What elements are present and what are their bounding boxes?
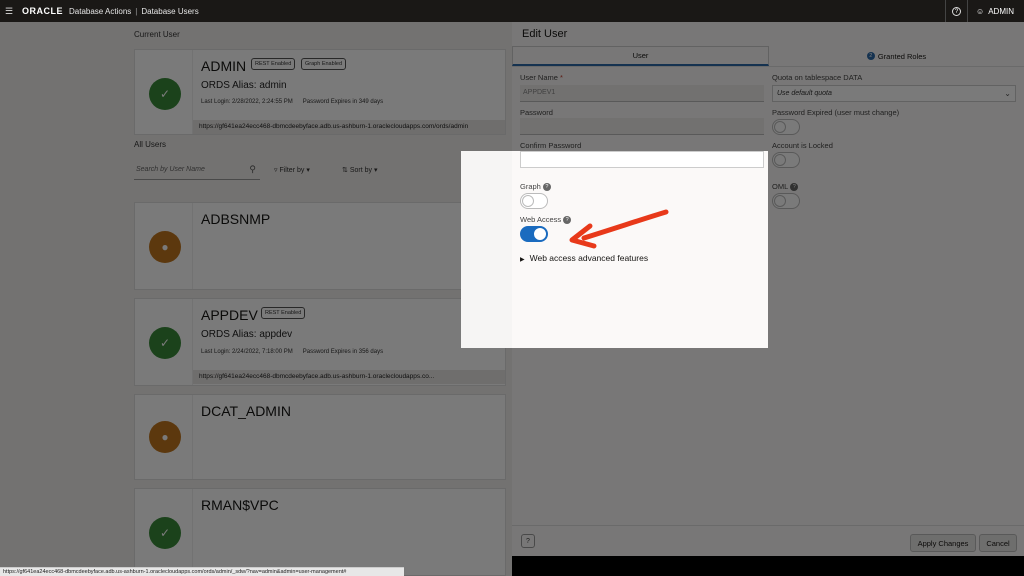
password-expired-toggle[interactable] — [772, 119, 800, 135]
chevron-down-icon: ⌄ — [1004, 89, 1011, 98]
status-bar-url: https://gf641ea24ecc468-dbmcdeebyface.ad… — [0, 567, 404, 576]
locked-user-icon: ● — [149, 231, 181, 263]
breadcrumb-separator: | — [135, 6, 138, 16]
rest-url[interactable]: https://gf641ea24ecc468-dbmcdeebyface.ad… — [193, 120, 505, 134]
user-name: DCAT_ADMIN — [201, 403, 291, 419]
drawer-footer: ? Apply Changes Cancel — [512, 525, 1024, 556]
edit-user-drawer: Edit User User 2 Granted Roles User Name … — [512, 22, 1024, 556]
oml-toggle[interactable] — [772, 193, 800, 209]
roles-count-badge: 2 — [866, 52, 875, 60]
password-label: Password — [520, 108, 553, 117]
user-card-adbsnmp[interactable]: ● ADBSNMP ⋮ — [134, 202, 506, 290]
sort-by-button[interactable]: ⇅ Sort by ▾ — [342, 166, 377, 174]
hamburger-menu-icon[interactable]: ☰ — [0, 6, 18, 17]
password-expires: Password Expires in 356 days — [302, 349, 384, 355]
user-card-rman-vpc[interactable]: ✓ RMAN$VPC — [134, 488, 506, 576]
confirm-password-field[interactable] — [520, 151, 764, 168]
tab-user[interactable]: User — [512, 46, 769, 66]
help-button[interactable]: ? — [521, 534, 535, 548]
account-locked-label: Account is Locked — [772, 141, 833, 150]
user-card-dcat-admin[interactable]: ● DCAT_ADMIN — [134, 394, 506, 480]
rest-enabled-badge: REST Enabled — [251, 58, 296, 70]
quota-label: Quota on tablespace DATA — [772, 73, 863, 82]
quota-select[interactable]: Use default quota ⌄ — [772, 85, 1016, 102]
last-login: Last Login: 2/28/2022, 2:24:55 PM — [201, 99, 293, 105]
current-user-heading: Current User — [134, 30, 180, 39]
oml-label: OML? — [772, 182, 799, 192]
account-locked-toggle[interactable] — [772, 152, 800, 168]
user-avatar-icon: ✓ — [149, 327, 181, 359]
tab-granted-roles[interactable]: 2 Granted Roles — [769, 46, 1024, 66]
password-expired-label: Password Expired (user must change) — [772, 108, 900, 117]
rest-enabled-badge: REST Enabled — [261, 307, 306, 319]
web-access-toggle[interactable] — [520, 226, 548, 242]
drawer-title: Edit User — [522, 28, 568, 40]
search-placeholder: Search by User Name — [136, 166, 205, 173]
web-access-label: Web Access? — [520, 215, 572, 225]
user-name-field[interactable]: APPDEV1 — [520, 85, 764, 102]
user-name-label: User Name * — [520, 73, 563, 82]
cancel-button[interactable]: Cancel — [979, 534, 1017, 552]
user-avatar-icon: ✓ — [149, 517, 181, 549]
apply-changes-button[interactable]: Apply Changes — [910, 534, 976, 552]
graph-toggle[interactable] — [520, 193, 548, 209]
oracle-logo: ORACLE — [22, 6, 63, 16]
annotation-arrow-icon — [569, 209, 669, 249]
user-name: ADBSNMP — [201, 211, 271, 227]
help-icon: ? — [526, 537, 530, 545]
page-title: Database Users — [141, 6, 199, 16]
user-menu-button[interactable]: ☺ ADMIN — [967, 0, 1024, 22]
user-card-appdev[interactable]: ✓ APPDEV REST Enabled ORDS Alias: appdev… — [134, 298, 506, 386]
help-icon[interactable]: ? — [542, 183, 551, 192]
current-user-card: ✓ ADMIN REST Enabled Graph Enabled ORDS … — [134, 49, 506, 135]
user-avatar-icon: ✓ — [149, 78, 181, 110]
user-name: APPDEV — [201, 307, 258, 323]
help-icon[interactable]: ? — [790, 183, 799, 192]
password-expires: Password Expires in 349 days — [302, 99, 384, 105]
password-field[interactable] — [520, 118, 764, 135]
graph-label: Graph? — [520, 182, 551, 192]
confirm-password-label: Confirm Password — [520, 141, 582, 150]
user-name: RMAN$VPC — [201, 497, 279, 513]
filter-by-button[interactable]: ▿ Filter by ▾ — [274, 166, 310, 174]
ords-alias: ORDS Alias: admin — [201, 80, 287, 91]
user-list-page: Current User ✓ ADMIN REST Enabled Graph … — [0, 22, 512, 576]
locked-user-icon: ● — [149, 421, 181, 453]
rest-url[interactable]: https://gf641ea24ecc468-dbmcdeebyface.ad… — [193, 370, 505, 384]
user-name: ADMIN — [201, 58, 247, 74]
ords-alias: ORDS Alias: appdev — [201, 329, 293, 340]
search-input[interactable]: Search by User Name ⚲ — [134, 160, 260, 180]
user-menu-label: ADMIN — [988, 6, 1014, 16]
help-icon: ? — [952, 6, 962, 16]
spotlight-extension — [461, 151, 512, 348]
top-bar: ☰ ORACLE Database Actions | Database Use… — [0, 0, 1024, 22]
app-name[interactable]: Database Actions — [69, 7, 131, 16]
search-icon[interactable]: ⚲ — [249, 164, 256, 175]
help-button[interactable]: ? — [945, 0, 967, 22]
all-users-heading: All Users — [134, 140, 167, 149]
graph-enabled-badge: Graph Enabled — [301, 58, 346, 70]
last-login: Last Login: 2/24/2022, 7:18:00 PM — [201, 349, 293, 355]
caret-right-icon: ▶ — [520, 257, 525, 263]
tab-bar: User 2 Granted Roles — [512, 46, 1024, 67]
user-icon: ☺ — [976, 6, 985, 16]
